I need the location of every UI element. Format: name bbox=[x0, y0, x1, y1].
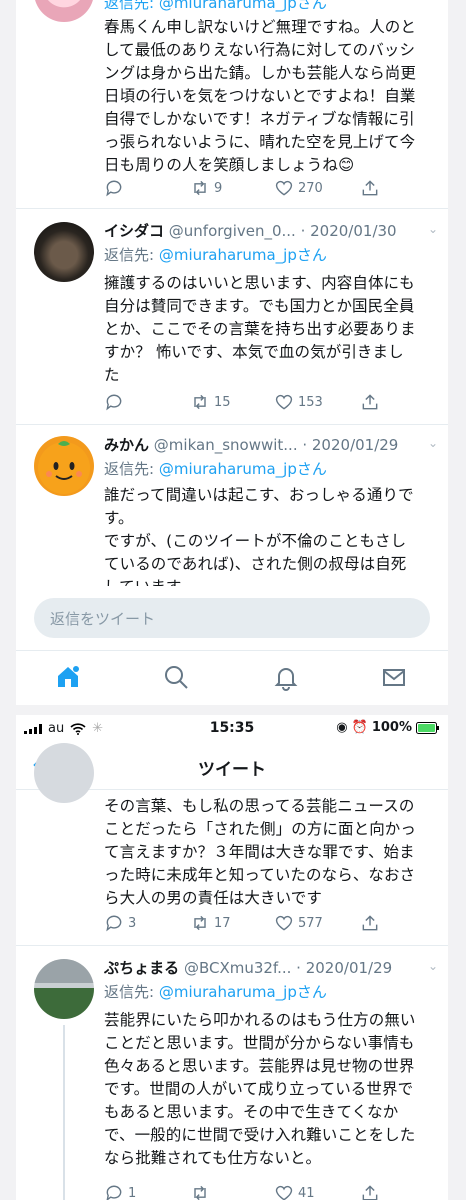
battery-percent: 100% bbox=[371, 720, 412, 735]
reply-icon bbox=[106, 180, 122, 197]
share-icon bbox=[362, 1185, 378, 1200]
location-icon: ◉ bbox=[336, 720, 348, 735]
like-count: 270 bbox=[298, 180, 323, 196]
reply-to: 返信先: @miuraharuma_jpさん bbox=[104, 460, 327, 478]
tab-search[interactable] bbox=[162, 663, 192, 693]
retweet-button[interactable]: 17 bbox=[190, 911, 231, 935]
share-button[interactable] bbox=[360, 911, 380, 935]
tweet-header: イシダコ @unforgiven_0... · 2020/01/30 bbox=[104, 220, 440, 242]
reply-button[interactable] bbox=[104, 176, 124, 200]
reply-icon bbox=[106, 394, 122, 411]
avatar[interactable] bbox=[34, 959, 94, 1019]
tweet-body: 芸能界にいたら叩かれるのはもう仕方の無い ことだと思います。世間が分からない事情… bbox=[104, 1011, 416, 1167]
like-button[interactable]: 577 bbox=[274, 911, 323, 935]
like-icon bbox=[275, 915, 293, 931]
battery-icon bbox=[416, 721, 439, 734]
top-screenshot: 返信先: @miuraharuma_jpさん 春馬くん申し訳ないけど無理ですね。… bbox=[16, 0, 448, 705]
tweet-body: その言葉、もし私の思ってる芸能ニュースの ことだったら「された側」の方に面と向か… bbox=[104, 797, 417, 907]
like-count: 577 bbox=[298, 915, 323, 931]
tweet-body: 擁護するのはいいと思います、内容自体にも 自分は賛同できます。でも国力とか国民全… bbox=[104, 274, 416, 384]
retweet-button[interactable]: 9 bbox=[190, 176, 222, 200]
reply-handle-link[interactable]: @miuraharuma_jpさん bbox=[159, 460, 327, 478]
like-count: 153 bbox=[298, 394, 323, 410]
tweet-4[interactable]: その言葉、もし私の思ってる芸能ニュースの ことだったら「された側」の方に面と向か… bbox=[16, 743, 448, 946]
reply-button[interactable]: 3 bbox=[104, 911, 136, 935]
reply-count: 3 bbox=[128, 915, 137, 931]
share-icon bbox=[362, 915, 378, 931]
tweet-actions: 1 41 bbox=[104, 1181, 404, 1200]
alarm-icon: ⏰ bbox=[351, 720, 368, 735]
reply-button[interactable] bbox=[104, 390, 124, 414]
like-icon bbox=[275, 180, 293, 196]
share-icon bbox=[362, 180, 378, 196]
handle-date: @unforgiven_0... · 2020/01/30 bbox=[168, 222, 397, 240]
reply-icon bbox=[106, 1185, 122, 1200]
retweet-icon bbox=[194, 180, 206, 196]
avatar[interactable] bbox=[34, 222, 94, 282]
search-icon bbox=[165, 666, 188, 689]
like-icon bbox=[275, 394, 293, 410]
status-bar: au ✳ 15:35 ◉ ⏰ 100% bbox=[16, 715, 448, 743]
share-icon bbox=[362, 394, 378, 410]
reply-icon bbox=[106, 915, 122, 932]
share-button[interactable] bbox=[360, 390, 380, 414]
retweet-count: 9 bbox=[214, 180, 223, 196]
tab-home[interactable] bbox=[54, 663, 84, 693]
handle-date: @BCXmu32f... · 2020/01/29 bbox=[183, 959, 393, 977]
avatar[interactable] bbox=[34, 743, 94, 803]
bottom-screenshot: au ✳ 15:35 ◉ ⏰ 100% ツイート その言葉、もし私の思ってる芸能… bbox=[16, 715, 448, 1200]
retweet-count: 15 bbox=[214, 394, 231, 410]
tweet-actions: 15 153 bbox=[104, 390, 404, 414]
reply-to: 返信先: @miuraharuma_jpさん bbox=[104, 983, 327, 1001]
avatar[interactable] bbox=[34, 0, 94, 22]
tab-messages[interactable] bbox=[380, 663, 410, 693]
tab-notifications[interactable] bbox=[272, 663, 302, 693]
thread-line bbox=[63, 1025, 65, 1200]
reply-to: 返信先: @miuraharuma_jpさん bbox=[104, 246, 327, 264]
like-count: 41 bbox=[298, 1185, 315, 1200]
display-name[interactable]: イシダコ bbox=[104, 222, 164, 240]
retweet-button[interactable] bbox=[190, 1181, 210, 1200]
messages-icon bbox=[383, 669, 405, 686]
tweet-2[interactable]: イシダコ @unforgiven_0... · 2020/01/30 ⌄ 返信先… bbox=[16, 208, 448, 425]
retweet-icon bbox=[194, 394, 206, 410]
tweet-body: 春馬くん申し訳ないけど無理ですね。人のと して最低のありえない行為に対してのバッ… bbox=[104, 18, 417, 174]
reply-to: 返信先: @miuraharuma_jpさん bbox=[104, 0, 327, 12]
retweet-icon bbox=[194, 1185, 206, 1200]
like-button[interactable]: 153 bbox=[274, 390, 323, 414]
home-icon bbox=[58, 666, 79, 687]
like-icon bbox=[275, 1185, 293, 1200]
retweet-count: 17 bbox=[214, 915, 231, 931]
chevron-down-icon[interactable]: ⌄ bbox=[428, 959, 438, 973]
tweet-body: 誰だって間違いは起こす、おっしゃる通りで す。 ですが、(このツイートが不倫のこ… bbox=[104, 486, 414, 586]
avatar[interactable] bbox=[34, 436, 94, 496]
tweet-3[interactable]: みかん @mikan_snowwit... · 2020/01/29 ⌄ 返信先… bbox=[16, 424, 448, 586]
reply-handle-link[interactable]: @miuraharuma_jpさん bbox=[159, 246, 327, 264]
chevron-down-icon[interactable]: ⌄ bbox=[428, 436, 438, 450]
reply-placeholder: 返信をツイート bbox=[50, 610, 156, 628]
display-name[interactable]: みかん bbox=[104, 436, 149, 454]
reply-count: 1 bbox=[128, 1185, 137, 1200]
reply-input[interactable]: 返信をツイート bbox=[34, 598, 430, 638]
display-name[interactable]: ぷちょまる bbox=[104, 959, 179, 977]
tweet-1[interactable]: 返信先: @miuraharuma_jpさん 春馬くん申し訳ないけど無理ですね。… bbox=[16, 0, 448, 209]
tweet-actions: 3 17 577 bbox=[104, 911, 404, 935]
share-button[interactable] bbox=[360, 1181, 380, 1200]
retweet-icon bbox=[194, 915, 206, 931]
tweet-header: みかん @mikan_snowwit... · 2020/01/29 bbox=[104, 434, 440, 456]
retweet-button[interactable]: 15 bbox=[190, 390, 231, 414]
notifications-icon bbox=[274, 668, 298, 691]
tweet-5[interactable]: ぷちょまる @BCXmu32f... · 2020/01/29 ⌄ 返信先: @… bbox=[16, 945, 448, 1200]
chevron-down-icon[interactable]: ⌄ bbox=[428, 222, 438, 236]
like-button[interactable]: 41 bbox=[274, 1181, 315, 1200]
share-button[interactable] bbox=[360, 176, 380, 200]
handle-date: @mikan_snowwit... · 2020/01/29 bbox=[153, 436, 399, 454]
tweet-actions: 9 270 bbox=[104, 176, 404, 200]
reply-button[interactable]: 1 bbox=[104, 1181, 136, 1200]
like-button[interactable]: 270 bbox=[274, 176, 323, 200]
reply-handle-link[interactable]: @miuraharuma_jpさん bbox=[159, 983, 327, 1001]
tweet-header: ぷちょまる @BCXmu32f... · 2020/01/29 bbox=[104, 957, 440, 979]
tab-bar bbox=[16, 650, 448, 705]
orange-face-icon bbox=[38, 441, 90, 494]
